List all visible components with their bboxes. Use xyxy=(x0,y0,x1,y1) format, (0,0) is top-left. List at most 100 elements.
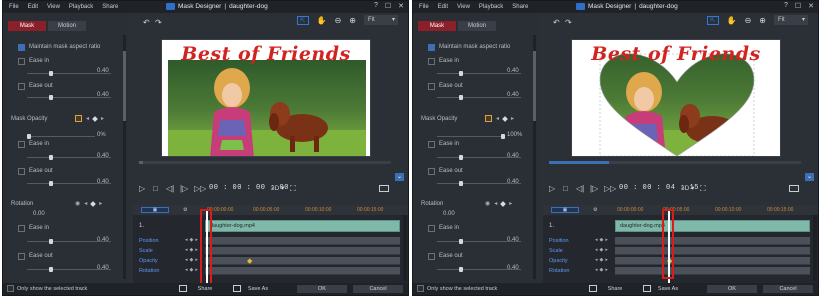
canvas-h-scrollbar[interactable] xyxy=(139,161,391,164)
panel-scrollbar[interactable] xyxy=(533,35,536,279)
keyframe-nav-icon[interactable]: ◂◆▸ xyxy=(595,247,610,253)
scrollbar-thumb[interactable] xyxy=(549,161,609,164)
slider-knob[interactable] xyxy=(49,239,53,244)
menu-view[interactable]: View xyxy=(47,4,60,10)
timeline-v-scrollbar[interactable] xyxy=(403,215,407,281)
prev-keyframe-icon[interactable]: ◂ xyxy=(84,200,87,207)
property-name[interactable]: Scale xyxy=(139,248,153,254)
keyframe-nav-icon[interactable]: ◂◆▸ xyxy=(185,247,200,253)
add-keyframe-icon[interactable] xyxy=(502,115,508,122)
prev-keyframe-icon[interactable]: ◂ xyxy=(496,115,499,122)
slider-knob[interactable] xyxy=(49,181,53,186)
save-as-button[interactable]: Save As xyxy=(241,285,275,293)
fullscreen-icon[interactable]: ⛶ xyxy=(700,184,706,194)
preview-monitor-icon[interactable] xyxy=(379,185,389,192)
preview-stage[interactable]: Best of Friends xyxy=(571,39,781,157)
only-show-selected-checkbox[interactable] xyxy=(7,285,14,292)
slider-knob[interactable] xyxy=(459,181,463,186)
property-lane[interactable] xyxy=(615,247,810,255)
fast-forward-icon[interactable]: ▷▷ xyxy=(604,184,616,193)
prev-frame-icon[interactable]: ◁| xyxy=(576,184,584,193)
zoom-in-icon[interactable]: ⊕ xyxy=(759,16,766,25)
next-keyframe-icon[interactable]: ▸ xyxy=(511,115,514,122)
menu-file[interactable]: File xyxy=(9,4,19,10)
next-frame-icon[interactable]: |▷ xyxy=(180,184,188,193)
select-tool-icon[interactable]: ⇱ xyxy=(296,15,309,25)
canvas-h-scrollbar[interactable] xyxy=(549,161,801,164)
preview-monitor-icon[interactable] xyxy=(789,185,799,192)
save-as-button[interactable]: Save As xyxy=(651,285,685,293)
next-keyframe-icon[interactable]: ▸ xyxy=(101,115,104,122)
preview-stage[interactable]: Best of Friends xyxy=(161,39,371,157)
stop-icon[interactable]: □ xyxy=(563,184,568,193)
zoom-fit-select[interactable]: Fit xyxy=(774,15,808,25)
prev-keyframe-icon[interactable]: ◂ xyxy=(494,200,497,207)
property-name[interactable]: Opacity xyxy=(549,258,568,264)
prev-keyframe-icon[interactable]: ◂ xyxy=(86,115,89,122)
timeline-ruler[interactable]: 00:00:00:00 00:00:05:00 00:00:10:00 00:0… xyxy=(613,206,812,214)
mask-opacity-slider[interactable] xyxy=(437,134,505,139)
add-keyframe-icon[interactable] xyxy=(92,115,98,122)
keyframe-settings-icon[interactable]: ⚙ xyxy=(183,207,187,213)
ease-out-checkbox[interactable] xyxy=(428,168,435,175)
property-name[interactable]: Scale xyxy=(549,248,563,254)
property-lane[interactable]: ◆ xyxy=(615,257,810,265)
keyframe-nav-icon[interactable]: ◂◆▸ xyxy=(595,237,610,243)
zoom-out-icon[interactable]: ⊖ xyxy=(335,16,342,25)
add-keyframe-icon[interactable] xyxy=(500,200,507,207)
timeline-view-button[interactable]: ▣ xyxy=(551,207,579,213)
next-keyframe-icon[interactable]: ▸ xyxy=(99,200,102,207)
play-icon[interactable]: ▷ xyxy=(139,184,145,193)
keyframe-toggle-icon[interactable] xyxy=(75,115,82,122)
zoom-fit-select[interactable]: Fit xyxy=(364,15,398,25)
property-name[interactable]: Rotation xyxy=(549,268,570,274)
timeline-view-button[interactable]: ▣ xyxy=(141,207,169,213)
menu-share[interactable]: Share xyxy=(102,4,118,10)
property-name[interactable]: Position xyxy=(549,238,569,244)
zoom-in-icon[interactable]: ⊕ xyxy=(349,16,356,25)
property-lane[interactable] xyxy=(205,247,400,255)
property-lane[interactable] xyxy=(615,237,810,245)
slider-knob[interactable] xyxy=(459,239,463,244)
slider-knob[interactable] xyxy=(49,267,53,272)
help-button[interactable]: ? xyxy=(374,2,378,10)
menu-share[interactable]: Share xyxy=(512,4,528,10)
slider-knob[interactable] xyxy=(459,155,463,160)
select-tool-icon[interactable]: ⇱ xyxy=(706,15,719,25)
slider-knob[interactable] xyxy=(27,134,31,139)
fullscreen-icon[interactable]: ⛶ xyxy=(290,184,296,194)
timeline-ruler[interactable]: 00:00:00:00 00:00:05:00 00:00:10:00 00:0… xyxy=(203,206,402,214)
fast-forward-icon[interactable]: ▷▷ xyxy=(194,184,206,193)
share-button[interactable]: Share xyxy=(599,285,631,293)
restore-button[interactable]: ☐ xyxy=(795,2,801,10)
3d-mode-dropdown[interactable]: 3D ▾ xyxy=(681,184,694,192)
cancel-button[interactable]: Cancel xyxy=(763,285,813,293)
help-button[interactable]: ? xyxy=(784,2,788,10)
property-name[interactable]: Position xyxy=(139,238,159,244)
menu-edit[interactable]: Edit xyxy=(438,4,448,10)
ease-in-checkbox[interactable] xyxy=(18,141,25,148)
menu-playback[interactable]: Playback xyxy=(479,4,503,10)
maintain-aspect-checkbox[interactable] xyxy=(18,44,25,51)
ok-button[interactable]: OK xyxy=(707,285,757,293)
keyframe-nav-icon[interactable]: ◂◆▸ xyxy=(595,267,610,273)
prev-frame-icon[interactable]: ◁| xyxy=(166,184,174,193)
property-lane[interactable] xyxy=(205,267,400,275)
ease-in-checkbox[interactable] xyxy=(18,225,25,232)
keyframe-nav-icon[interactable]: ◂◆▸ xyxy=(185,267,200,273)
menu-edit[interactable]: Edit xyxy=(28,4,38,10)
slider-knob[interactable] xyxy=(49,71,53,76)
3d-mode-dropdown[interactable]: 3D ▾ xyxy=(271,184,284,192)
ease-in-checkbox[interactable] xyxy=(428,141,435,148)
tab-motion[interactable]: Motion xyxy=(458,21,496,31)
keyframe-toggle-icon[interactable] xyxy=(485,115,492,122)
scrollbar-thumb[interactable] xyxy=(139,161,143,164)
slider-knob[interactable] xyxy=(49,95,53,100)
keyframe-nav-icon[interactable]: ◂◆▸ xyxy=(595,257,610,263)
ok-button[interactable]: OK xyxy=(297,285,347,293)
ease-in-checkbox[interactable] xyxy=(18,58,25,65)
slider-knob[interactable] xyxy=(459,95,463,100)
redo-icon[interactable]: ↷ xyxy=(155,18,162,27)
menu-file[interactable]: File xyxy=(419,4,429,10)
only-show-selected-checkbox[interactable] xyxy=(417,285,424,292)
